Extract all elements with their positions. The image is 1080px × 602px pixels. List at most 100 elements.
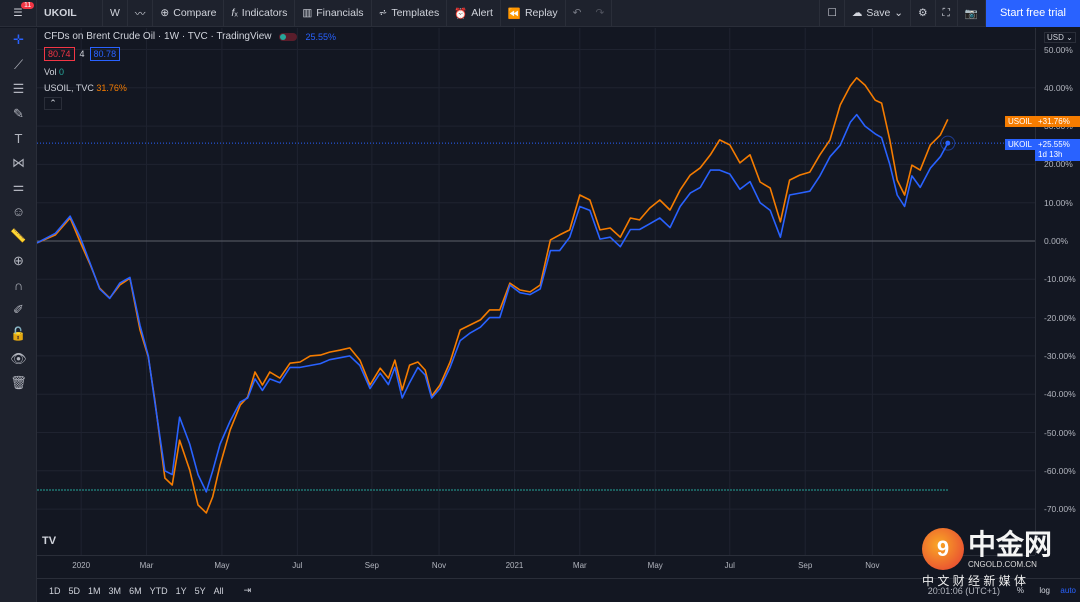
trash-icon[interactable]: 🗑 bbox=[0, 371, 37, 396]
interval-button[interactable]: W bbox=[103, 0, 128, 27]
fib-tool[interactable]: ☰ bbox=[0, 77, 37, 102]
range-1y[interactable]: 1Y bbox=[176, 586, 187, 596]
top-toolbar: ☰ 11 UKOIL W 〰 ⊕ Compare fₓ Indicators ▥ Fin… bbox=[0, 0, 1080, 27]
redo-button[interactable]: ↷ bbox=[588, 0, 613, 27]
trend-line-tool[interactable]: ⟋ bbox=[0, 53, 37, 78]
y-tick-label: -10.00% bbox=[1044, 274, 1076, 285]
y-tick-label: -50.00% bbox=[1044, 427, 1076, 438]
text-tool[interactable]: T bbox=[0, 126, 37, 151]
emoji-tool[interactable]: ☺ bbox=[0, 200, 37, 225]
range-5d[interactable]: 5D bbox=[69, 586, 81, 596]
range-1d[interactable]: 1D bbox=[49, 586, 61, 596]
range-1m[interactable]: 1M bbox=[88, 586, 101, 596]
currency-label: USD bbox=[1047, 33, 1064, 42]
price-axis[interactable]: USD ⌄ 50.00%40.00%30.00%20.00%10.00%0.00… bbox=[1035, 28, 1080, 555]
save-button[interactable]: ☁ Save ⌄ bbox=[845, 0, 912, 27]
y-tick-label: -20.00% bbox=[1044, 312, 1076, 323]
symbol-search[interactable]: UKOIL bbox=[37, 0, 103, 27]
range-3m[interactable]: 3M bbox=[109, 586, 122, 596]
usoil-price-label: +31.76% bbox=[1035, 116, 1080, 127]
indicators-label: Indicators bbox=[241, 7, 288, 19]
settings-button[interactable]: ⚙ bbox=[911, 0, 936, 27]
ukoil-value: +25.55% bbox=[1038, 140, 1070, 149]
x-tick-label: May bbox=[647, 561, 663, 570]
x-tick-label: Jul bbox=[724, 561, 735, 570]
tradingview-logo[interactable]: TV bbox=[42, 535, 56, 547]
chart-type-button[interactable]: 〰 bbox=[128, 0, 154, 27]
cngold-logo-icon: 9 bbox=[922, 528, 964, 570]
y-tick-label: -70.00% bbox=[1044, 504, 1076, 515]
y-tick-label: -40.00% bbox=[1044, 389, 1076, 400]
y-tick-label: 50.00% bbox=[1044, 44, 1073, 55]
collapse-legend-button[interactable]: ⌃ bbox=[44, 97, 62, 110]
square-icon: ☐ bbox=[827, 7, 837, 19]
drawing-toolbar: ✛ ⟋ ☰ ✎ T ⋈ ⚌ ☺ 📏 ⊕ ∩ ✐ 🔓 👁 🗑 bbox=[0, 28, 37, 602]
time-axis[interactable]: 2020 Mar May Jul Sep Nov 2021 Mar May Jul Sep Nov bbox=[37, 555, 1035, 575]
eye-icon[interactable]: 👁 bbox=[0, 347, 37, 372]
menu-button[interactable]: ☰ 11 bbox=[0, 0, 37, 27]
redo-icon: ↷ bbox=[595, 7, 605, 19]
y-tick-label: 10.00% bbox=[1044, 197, 1073, 208]
gear-icon: ⚙ bbox=[918, 7, 928, 19]
compare-label: Compare bbox=[173, 7, 217, 19]
cngold-watermark: 9 中金网 CNGOLD.COM.CN 中 文 财 经 新 媒 体 bbox=[922, 528, 1052, 589]
currency-selector[interactable]: USD ⌄ bbox=[1044, 32, 1076, 43]
x-tick-label: Jul bbox=[292, 561, 303, 570]
layout-button[interactable]: ☐ bbox=[819, 0, 845, 27]
range-all[interactable]: All bbox=[214, 586, 224, 596]
auto-toggle[interactable]: auto bbox=[1060, 586, 1076, 595]
cngold-slogan: 中 文 财 经 新 媒 体 bbox=[922, 574, 1027, 588]
fullscreen-button[interactable]: ⛶ bbox=[936, 0, 958, 27]
x-tick-label: Nov bbox=[431, 561, 447, 570]
y-tick-label: 40.00% bbox=[1044, 82, 1073, 93]
bid-price[interactable]: 80.74 bbox=[44, 47, 75, 61]
alert-button[interactable]: ⏰ Alert bbox=[447, 0, 501, 27]
ruler-tool[interactable]: 📏 bbox=[0, 224, 37, 249]
camera-icon: 📷 bbox=[964, 7, 978, 20]
lock-icon[interactable]: 🔓 bbox=[0, 322, 37, 347]
chart-legend: CFDs on Brent Crude Oil · 1W · TVC · Tra… bbox=[44, 31, 336, 110]
compare-symbol-value: 31.76% bbox=[96, 83, 127, 93]
x-tick-label: Nov bbox=[865, 561, 880, 570]
prediction-tool[interactable]: ⚌ bbox=[0, 175, 37, 200]
last-price-dot bbox=[945, 140, 951, 146]
save-label: Save bbox=[866, 7, 891, 19]
range-6m[interactable]: 6M bbox=[129, 586, 142, 596]
snapshot-button[interactable]: 📷 bbox=[958, 0, 986, 27]
plus-circle-icon: ⊕ bbox=[160, 7, 170, 19]
usoil-series-label: USOIL bbox=[1005, 116, 1036, 127]
bar-countdown: 1d 13h bbox=[1038, 150, 1063, 159]
range-5y[interactable]: 5Y bbox=[195, 586, 206, 596]
templates-button[interactable]: ⩫ Templates bbox=[372, 0, 448, 27]
x-tick-label: Sep bbox=[364, 561, 379, 570]
lock-drawing-tool[interactable]: ✐ bbox=[0, 298, 37, 323]
bar-chart-icon: ▥ bbox=[302, 7, 313, 19]
compare-button[interactable]: ⊕ Compare bbox=[153, 0, 225, 27]
magnet-tool[interactable]: ∩ bbox=[0, 273, 37, 298]
financials-button[interactable]: ▥ Financials bbox=[295, 0, 372, 27]
indicators-button[interactable]: fₓ Indicators bbox=[224, 0, 296, 27]
templates-label: Templates bbox=[391, 7, 440, 19]
start-free-trial-button[interactable]: Start free trial bbox=[985, 0, 1080, 27]
brush-tool[interactable]: ✎ bbox=[0, 102, 37, 127]
x-tick-label: May bbox=[214, 561, 230, 570]
change-percent: 25.55% bbox=[305, 31, 337, 42]
zoom-in-tool[interactable]: ⊕ bbox=[0, 249, 37, 274]
undo-button[interactable]: ↶ bbox=[566, 0, 589, 27]
range-ytd[interactable]: YTD bbox=[150, 586, 168, 596]
rewind-icon: ⏪ bbox=[507, 7, 521, 20]
y-tick-label: -30.00% bbox=[1044, 350, 1076, 361]
replay-button[interactable]: ⏪ Replay bbox=[501, 0, 566, 27]
pattern-tool[interactable]: ⋈ bbox=[0, 151, 37, 176]
undo-icon: ↶ bbox=[572, 7, 582, 19]
compare-symbol-label: USOIL, TVC bbox=[44, 83, 94, 93]
crosshair-tool[interactable]: ✛ bbox=[0, 28, 37, 53]
replay-label: Replay bbox=[524, 7, 558, 19]
alert-label: Alert bbox=[471, 7, 493, 19]
goto-date-icon[interactable]: ⇥ bbox=[244, 585, 252, 596]
x-tick-label: 2021 bbox=[505, 561, 524, 570]
ukoil-series-label: UKOIL bbox=[1005, 139, 1036, 150]
ukoil-price-label: +25.55% 1d 13h bbox=[1035, 139, 1080, 161]
market-status-icon bbox=[279, 32, 298, 41]
ask-price[interactable]: 80.78 bbox=[89, 47, 121, 61]
